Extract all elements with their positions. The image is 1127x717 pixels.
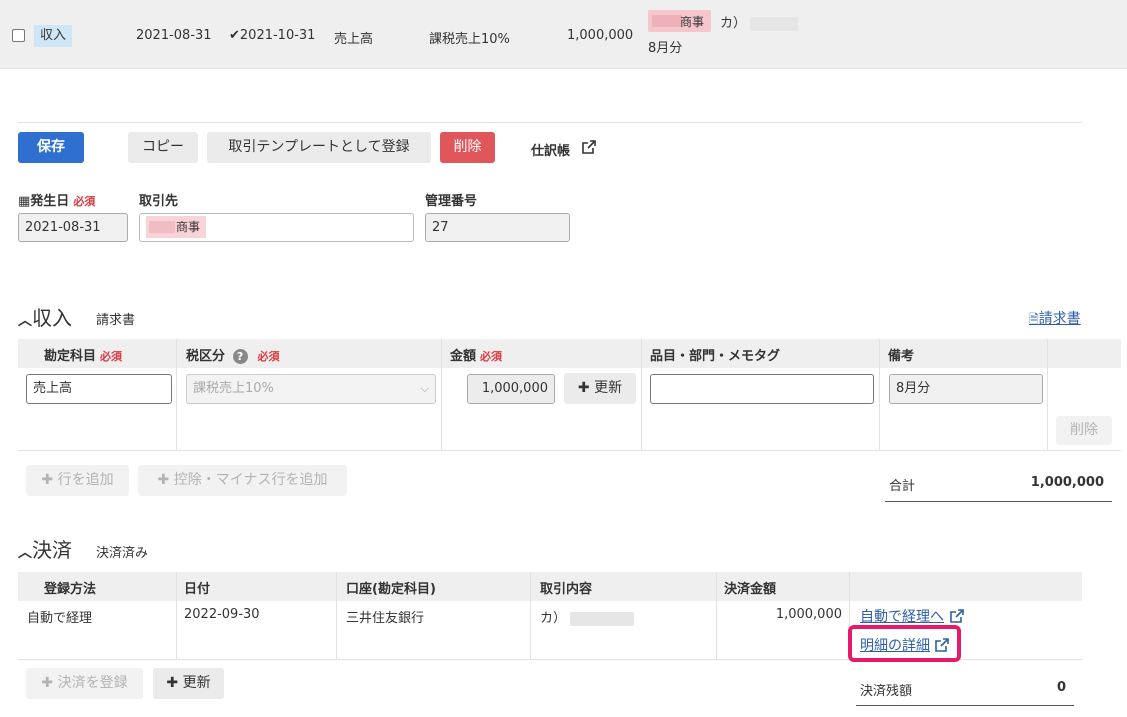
- account-input[interactable]: 売上高: [26, 374, 172, 404]
- row-checkbox[interactable]: [12, 29, 25, 42]
- partner-suffix: 商事: [679, 15, 704, 29]
- summary-tax: 課税売上10%: [429, 32, 510, 47]
- income-subtitle: 請求書: [96, 313, 136, 328]
- amount-input[interactable]: 1,000,000: [467, 374, 555, 404]
- th-content: 取引内容: [540, 582, 593, 597]
- register-template-button[interactable]: 取引テンプレートとして登録: [207, 132, 431, 163]
- th-account: 勘定科目 必須: [44, 349, 123, 364]
- balance-value: 0: [1056, 680, 1066, 695]
- col-divider: [441, 339, 442, 450]
- settlement-table-header: 登録方法 日付 口座(勘定科目) 取引内容 決済金額: [18, 572, 1082, 601]
- save-button[interactable]: 保存: [18, 132, 84, 163]
- summary-memo: 8月分: [648, 41, 683, 56]
- redacted-block: [570, 611, 635, 626]
- add-row-button[interactable]: ✚ 行を追加: [26, 465, 129, 496]
- transaction-summary-row[interactable]: 収入 2021-08-31 ✔2021-10-31 売上高 課税売上10% 1,…: [0, 0, 1127, 69]
- update-amount-button[interactable]: ✚ 更新: [564, 373, 636, 404]
- settle-method: 自動で経理: [27, 611, 93, 626]
- redacted-block: [750, 16, 799, 31]
- check-icon: ✔: [229, 28, 240, 43]
- th-method: 登録方法: [44, 582, 97, 597]
- calendar-icon: ▦: [18, 194, 31, 209]
- item-tag-input[interactable]: [650, 374, 874, 404]
- plus-icon: ✚: [157, 472, 170, 488]
- update-settlement-button[interactable]: ✚ 更新: [153, 668, 224, 699]
- th-item: 品目・部門・メモタグ: [650, 349, 781, 364]
- th-date: 日付: [184, 582, 211, 597]
- col-divider: [879, 339, 880, 450]
- external-link-icon[interactable]: [949, 608, 965, 624]
- chevron-up-icon: ︿: [18, 313, 32, 329]
- th-settle-amount: 決済金額: [724, 582, 777, 597]
- external-link-icon[interactable]: [581, 139, 597, 155]
- add-minus-row-button[interactable]: ✚ 控除・マイナス行を追加: [138, 465, 347, 496]
- summary-issue-date: 2021-08-31: [136, 28, 212, 43]
- summary-counterparty: カ）: [720, 12, 799, 31]
- total-label: 合計: [889, 479, 916, 494]
- auto-accounting-link[interactable]: 自動で経理へ: [860, 606, 944, 626]
- chevron-up-icon: ︿: [18, 545, 32, 561]
- income-section-toggle[interactable]: ︿収入: [18, 302, 72, 331]
- plus-icon: ✚: [41, 675, 54, 691]
- document-icon: 🗎: [1029, 312, 1039, 326]
- register-settlement-button[interactable]: ✚ 決済を登録: [26, 668, 143, 699]
- summary-account: 売上高: [334, 32, 374, 47]
- redacted-block: [149, 221, 175, 233]
- th-bank-account: 口座(勘定科目): [346, 582, 436, 597]
- kind-badge: 収入: [34, 25, 73, 47]
- th-amount: 金額 必須: [450, 349, 503, 364]
- col-divider: [176, 572, 177, 659]
- settle-date: 2022-09-30: [184, 607, 260, 622]
- partner-field[interactable]: 商事: [139, 213, 414, 242]
- plus-icon: ✚: [577, 380, 590, 396]
- th-tax: 税区分 ? 必須: [186, 349, 280, 364]
- delete-row-button[interactable]: 削除: [1056, 416, 1112, 445]
- settlement-section-toggle[interactable]: ︿決済: [18, 534, 72, 563]
- summary-settle-date: ✔2021-10-31: [229, 28, 316, 43]
- total-value: 1,000,000: [1030, 475, 1104, 490]
- income-table-header: 勘定科目 必須 税区分 ? 必須 金額 必須 品目・部門・メモタグ 備考: [18, 339, 1121, 368]
- col-divider: [716, 572, 717, 659]
- note-input[interactable]: 8月分: [889, 374, 1043, 404]
- col-divider: [641, 339, 642, 450]
- plus-icon: ✚: [166, 675, 179, 691]
- help-icon[interactable]: ?: [232, 349, 248, 364]
- divider: [18, 122, 1082, 123]
- mgmt-number-label: 管理番号: [425, 194, 478, 209]
- highlight-box: [848, 625, 961, 662]
- issue-date-field[interactable]: 2021-08-31: [18, 213, 128, 242]
- partner-label: 取引先: [139, 194, 179, 209]
- tax-select[interactable]: 課税売上10% ⌵: [186, 374, 436, 404]
- settle-amount: 1,000,000: [775, 607, 842, 622]
- col-divider: [336, 572, 337, 659]
- total-underline: [885, 501, 1112, 502]
- balance-underline: [856, 705, 1074, 706]
- th-note: 備考: [888, 349, 915, 364]
- row-divider: [18, 450, 1121, 451]
- col-divider: [530, 572, 531, 659]
- summary-amount: 1,000,000: [567, 28, 634, 43]
- settlement-subtitle: 決済済み: [96, 546, 149, 561]
- settle-content: カ）: [540, 607, 635, 626]
- issue-date-label: ▦発生日 必須: [18, 194, 96, 209]
- invoice-link[interactable]: 🗎請求書: [1029, 308, 1081, 331]
- col-divider: [176, 339, 177, 450]
- mgmt-number-field[interactable]: 27: [425, 213, 570, 242]
- balance-label: 決済残額: [860, 684, 913, 699]
- delete-button[interactable]: 削除: [440, 132, 495, 163]
- chevron-down-icon: ⌵: [420, 382, 429, 395]
- summary-partner-tag: 商事: [648, 10, 711, 32]
- col-divider: [1047, 339, 1048, 450]
- plus-icon: ✚: [41, 472, 54, 488]
- redacted-block: [652, 15, 682, 27]
- settle-account: 三井住友銀行: [346, 611, 425, 626]
- partner-tag: 商事: [146, 216, 207, 238]
- copy-button[interactable]: コピー: [128, 132, 198, 163]
- journal-link[interactable]: 仕訳帳: [531, 140, 570, 159]
